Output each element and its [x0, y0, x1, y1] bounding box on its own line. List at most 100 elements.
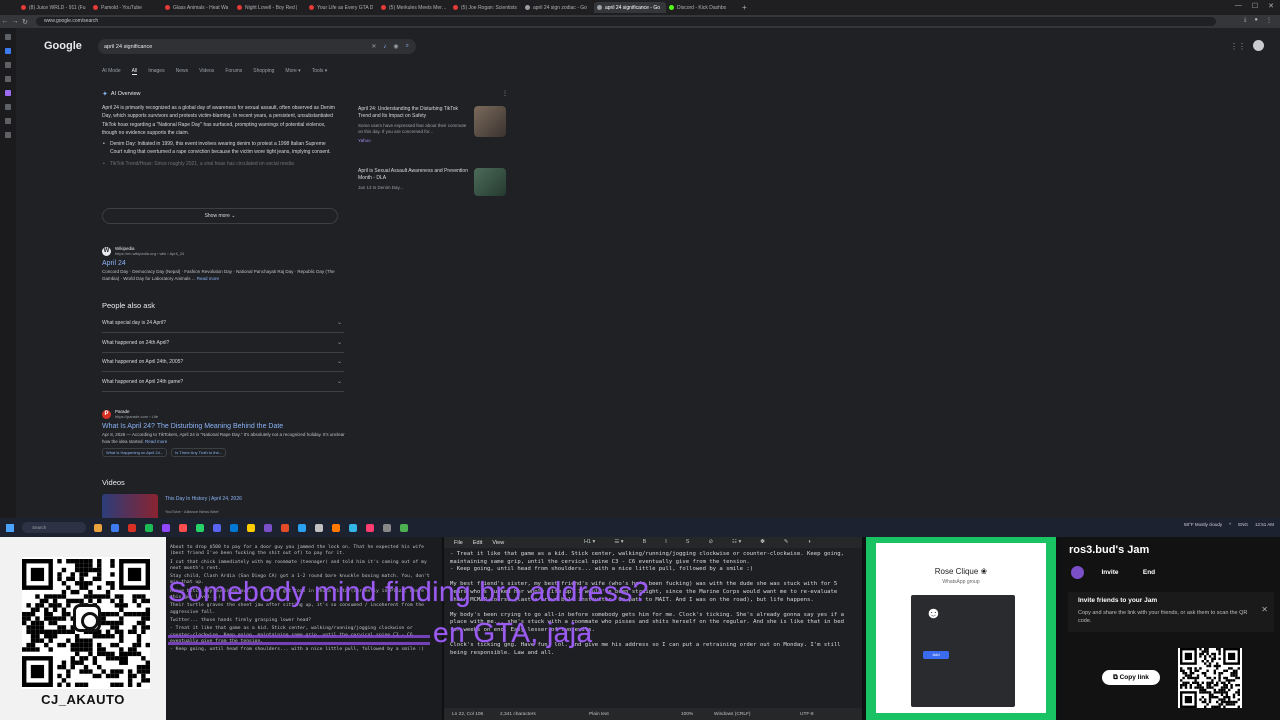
back-icon[interactable]: ←: [0, 18, 10, 25]
apps-grid-icon[interactable]: ⋮⋮: [1230, 42, 1246, 51]
search-box[interactable]: april 24 significance ✕ ♪ ◉ ⌕: [98, 39, 416, 54]
taskbar-app-icon[interactable]: [162, 523, 170, 532]
paa-question[interactable]: What happened on April 24th game? ⌄: [102, 373, 344, 392]
browser-tab[interactable]: Pamold - YouTube: [90, 2, 162, 13]
clear-icon[interactable]: ✕: [371, 43, 376, 50]
sidebar-app-icon[interactable]: [5, 62, 11, 68]
reload-icon[interactable]: ↻: [20, 18, 30, 26]
paa-question[interactable]: What happened on 24th April? ⌄: [102, 334, 344, 353]
show-more-button[interactable]: Show more ⌄: [102, 208, 338, 224]
format-tool-button[interactable]: S: [686, 539, 690, 545]
search-tab[interactable]: Images: [148, 68, 164, 75]
search-input[interactable]: april 24 significance: [104, 44, 371, 50]
windows-start-icon[interactable]: [6, 523, 14, 532]
taskbar-app-icon[interactable]: [128, 523, 136, 532]
search-tab[interactable]: Shopping: [253, 68, 274, 75]
menu-edit[interactable]: Edit: [473, 540, 482, 546]
result-title-link[interactable]: What Is April 24? The Disturbing Meaning…: [102, 423, 352, 430]
search-tab[interactable]: All: [131, 68, 138, 75]
taskbar-app-icon[interactable]: [145, 523, 153, 532]
camera-icon[interactable]: ◉: [393, 43, 398, 50]
taskbar-app-icon[interactable]: [179, 523, 187, 532]
format-tool-button[interactable]: ✎: [784, 539, 789, 545]
format-tool-button[interactable]: H1 ▾: [584, 539, 595, 545]
close-icon[interactable]: ✕: [1268, 2, 1274, 10]
result-site[interactable]: P Parade https://parade.com › Life: [102, 409, 352, 419]
source-card[interactable]: April is Sexual Assault Awareness and Pr…: [358, 168, 508, 230]
sidebar-app-icon[interactable]: [5, 90, 11, 96]
browser-tab[interactable]: (5) Joe Rogan: Scientists: [450, 2, 522, 13]
sidebar-app-icon[interactable]: [5, 76, 11, 82]
url-input[interactable]: www.google.com/search: [36, 17, 1216, 26]
forward-icon[interactable]: →: [10, 18, 20, 25]
search-tab[interactable]: Videos: [199, 68, 214, 75]
menu-icon[interactable]: ⋮: [1266, 17, 1272, 24]
format-tool-button[interactable]: ⊘: [708, 539, 713, 545]
browser-tab[interactable]: Night Lovell - Boy Red |: [234, 2, 306, 13]
read-more-link[interactable]: Read more: [145, 439, 167, 444]
video-title-link[interactable]: This Day In History | April 24, 2026: [165, 496, 242, 502]
browser-tab[interactable]: april 24 sign zodiac - Go: [522, 2, 594, 13]
jam-invite-button[interactable]: Invite: [1092, 566, 1128, 580]
minimize-icon[interactable]: —: [1235, 2, 1242, 10]
tray-overflow-icon[interactable]: ^: [1229, 522, 1231, 527]
taskbar-app-icon[interactable]: [400, 523, 408, 532]
search-tab[interactable]: Tools ▾: [312, 68, 328, 75]
browser-tab[interactable]: (5) Merkules Meets Merca: [378, 2, 450, 13]
search-icon[interactable]: ⌕: [406, 43, 409, 50]
google-logo[interactable]: Google: [44, 40, 82, 52]
close-icon[interactable]: ✕: [1261, 605, 1268, 614]
language-indicator[interactable]: ENG: [1238, 522, 1248, 527]
chevron-down-icon[interactable]: ⌄: [337, 314, 342, 333]
format-tool-button[interactable]: ☷ ▾: [732, 539, 741, 545]
taskbar-app-icon[interactable]: [383, 523, 391, 532]
account-avatar[interactable]: [1253, 40, 1264, 51]
taskbar-app-icon[interactable]: [264, 523, 272, 532]
taskbar-app-icon[interactable]: [196, 523, 204, 532]
source-card-title[interactable]: April 24: Understanding the Disturbing T…: [358, 106, 468, 120]
browser-tab[interactable]: Discord - Kick Dashbo: [666, 2, 738, 13]
search-tab[interactable]: Forums: [225, 68, 242, 75]
format-tool-button[interactable]: ✽: [760, 539, 765, 545]
weather-widget[interactable]: 58°F Mostly cloudy: [1184, 522, 1222, 527]
source-card[interactable]: April 24: Understanding the Disturbing T…: [358, 106, 508, 168]
taskbar-app-icon[interactable]: [213, 523, 221, 532]
menu-view[interactable]: View: [492, 540, 504, 546]
download-icon[interactable]: ⤓: [1244, 17, 1247, 24]
source-card-thumbnail[interactable]: [474, 106, 506, 137]
taskbar-app-icon[interactable]: [281, 523, 289, 532]
taskbar-app-icon[interactable]: [111, 523, 119, 532]
clock[interactable]: 12:51 AM: [1255, 522, 1274, 527]
browser-tab[interactable]: Glass Animals - Heat Wa: [162, 2, 234, 13]
paa-question[interactable]: What happened on April 24th, 2005? ⌄: [102, 353, 344, 372]
format-tool-button[interactable]: B: [643, 539, 647, 545]
menu-file[interactable]: File: [454, 540, 463, 546]
source-card-thumbnail[interactable]: [474, 168, 506, 196]
sidebar-app-icon[interactable]: [5, 118, 11, 124]
profile-icon[interactable]: ●: [1254, 17, 1258, 24]
taskbar-app-icon[interactable]: [349, 523, 357, 532]
search-tab[interactable]: AI Mode: [102, 68, 121, 75]
taskbar-search[interactable]: Search: [22, 522, 86, 533]
result-site[interactable]: W Wikipedia https://en.wikipedia.org › w…: [102, 246, 352, 256]
source-card-title[interactable]: April is Sexual Assault Awareness and Pr…: [358, 168, 468, 182]
video-thumbnail[interactable]: [102, 494, 158, 518]
search-tab[interactable]: More ▾: [285, 68, 300, 75]
read-more-link[interactable]: Read more: [197, 276, 219, 281]
chevron-down-icon[interactable]: ⌄: [337, 353, 342, 372]
add-button[interactable]: Add: [923, 651, 949, 659]
search-tab[interactable]: News: [176, 68, 189, 75]
copy-link-button[interactable]: ⧉ Copy link: [1102, 670, 1160, 685]
paa-question[interactable]: What special day is 24 April? ⌄: [102, 314, 344, 333]
sidebar-app-icon[interactable]: [5, 48, 11, 54]
sidebar-home-icon[interactable]: [5, 34, 11, 40]
format-tool-button[interactable]: I: [665, 539, 667, 545]
taskbar-app-icon[interactable]: [298, 523, 306, 532]
browser-tab[interactable]: (8) Juice WRLD - 911 (Fu: [18, 2, 90, 13]
taskbar-app-icon[interactable]: [230, 523, 238, 532]
more-options-icon[interactable]: ⋮: [502, 90, 508, 97]
sidebar-app-icon[interactable]: [5, 132, 11, 138]
new-tab-button[interactable]: +: [742, 3, 747, 12]
format-tool-button[interactable]: ◑: [808, 539, 811, 545]
chevron-down-icon[interactable]: ⌄: [337, 373, 342, 392]
